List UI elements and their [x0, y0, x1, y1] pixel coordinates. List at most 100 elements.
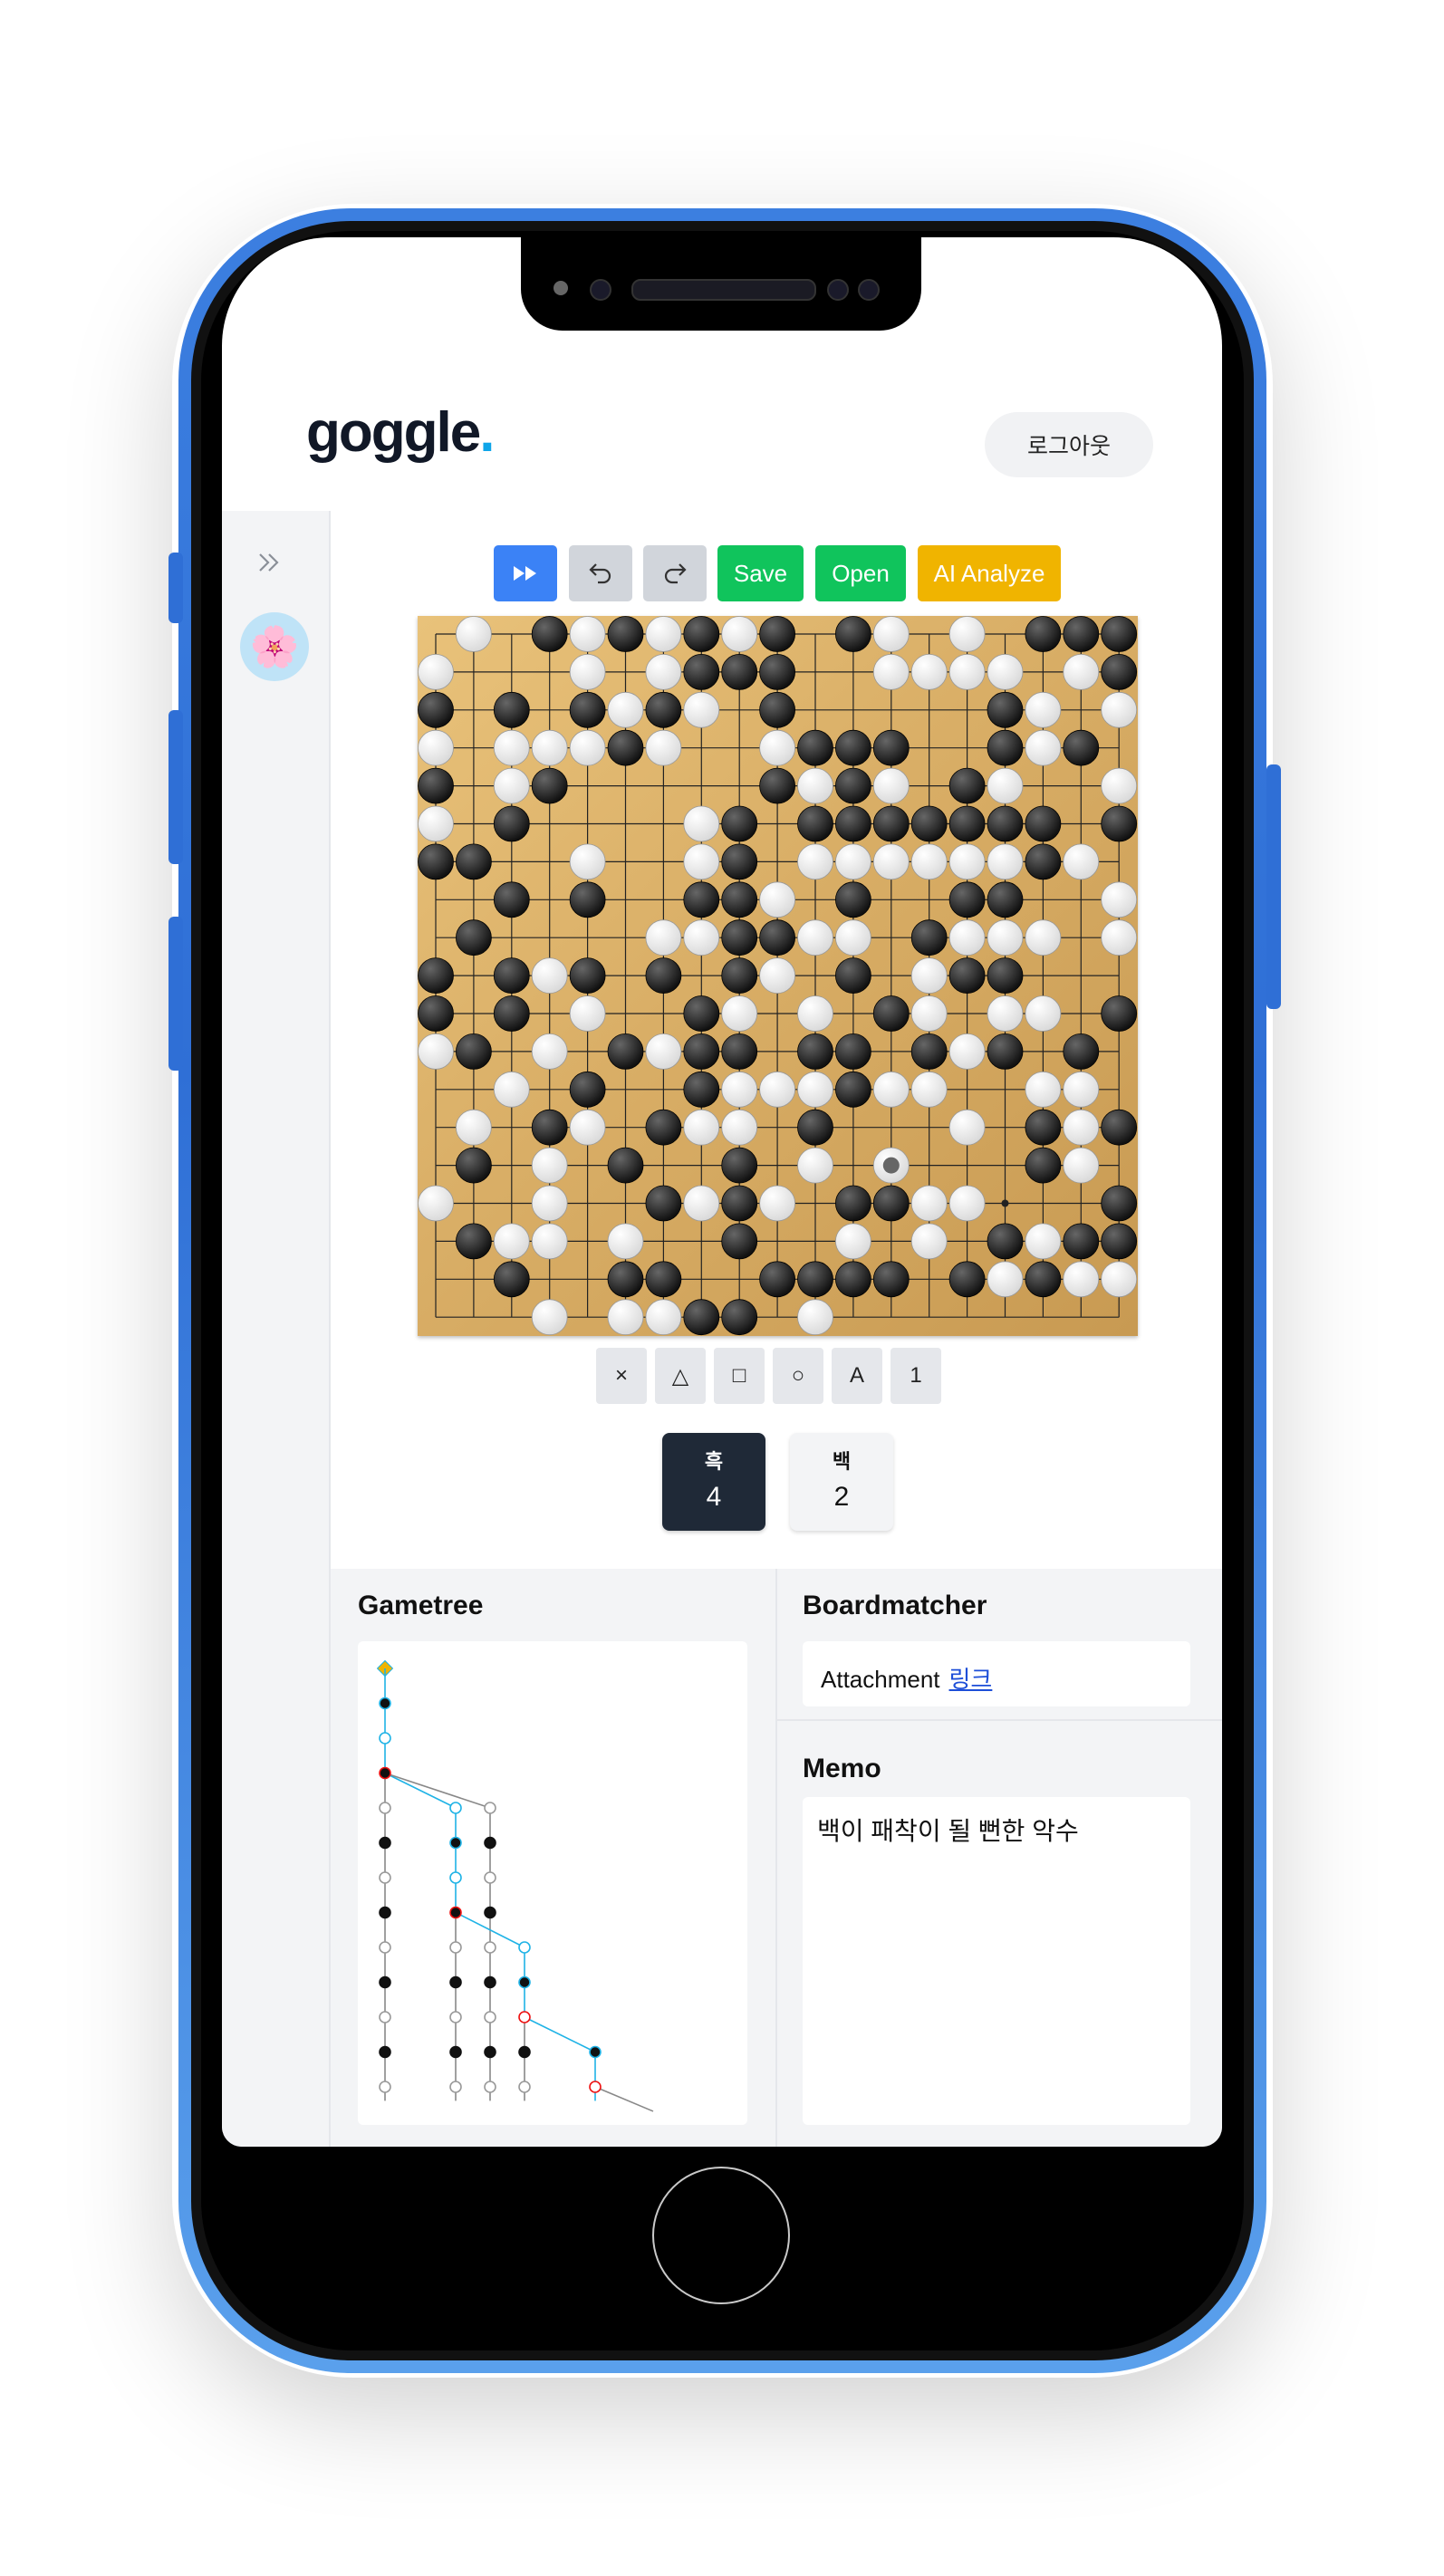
- black-stone[interactable]: [872, 1185, 910, 1222]
- black-stone[interactable]: [493, 995, 530, 1032]
- white-stone[interactable]: [645, 1299, 682, 1336]
- tree-node[interactable]: [484, 1975, 496, 1989]
- tree-node[interactable]: [379, 1697, 391, 1710]
- white-stone[interactable]: [1063, 654, 1100, 690]
- black-stone[interactable]: [834, 957, 871, 995]
- black-stone[interactable]: [759, 654, 796, 690]
- black-stone[interactable]: [834, 1071, 871, 1108]
- tree-node[interactable]: [484, 1802, 496, 1814]
- black-stone[interactable]: [948, 957, 986, 995]
- black-stone[interactable]: [1025, 1261, 1062, 1298]
- white-stone[interactable]: [987, 654, 1024, 690]
- avatar[interactable]: 🌸: [240, 612, 309, 681]
- black-stone[interactable]: [987, 691, 1024, 728]
- white-stone[interactable]: [759, 729, 796, 766]
- attachment-link[interactable]: 링크: [949, 1666, 993, 1693]
- white-stone[interactable]: [797, 843, 833, 880]
- white-stone[interactable]: [418, 805, 454, 842]
- white-stone[interactable]: [607, 1299, 644, 1336]
- white-stone[interactable]: [948, 843, 986, 880]
- white-stone[interactable]: [418, 729, 454, 766]
- tree-node[interactable]: [379, 1906, 391, 1919]
- white-stone[interactable]: [948, 1185, 986, 1222]
- black-stone[interactable]: [721, 919, 758, 956]
- black-stone[interactable]: [797, 805, 833, 842]
- black-stone[interactable]: [1101, 654, 1138, 690]
- white-stone[interactable]: [987, 1261, 1024, 1298]
- white-stone[interactable]: [1101, 919, 1138, 956]
- black-stone[interactable]: [683, 881, 720, 918]
- tree-node[interactable]: [449, 2011, 462, 2023]
- white-stone[interactable]: [645, 1033, 682, 1070]
- white-stone[interactable]: [569, 616, 606, 652]
- white-stone[interactable]: [531, 1223, 568, 1260]
- black-stone[interactable]: [797, 1033, 833, 1070]
- home-button[interactable]: [652, 2167, 790, 2304]
- black-stone[interactable]: [987, 729, 1024, 766]
- white-stone[interactable]: [1101, 1261, 1138, 1298]
- black-stone[interactable]: [531, 616, 568, 652]
- tree-node[interactable]: [449, 1906, 462, 1919]
- white-stone[interactable]: [797, 1071, 833, 1108]
- white-stone[interactable]: [872, 767, 910, 804]
- mark-number-button[interactable]: 1: [890, 1348, 941, 1404]
- white-stone[interactable]: [683, 1185, 720, 1222]
- white-stone[interactable]: [493, 1223, 530, 1260]
- tree-node[interactable]: [518, 2081, 531, 2093]
- black-stone[interactable]: [834, 805, 871, 842]
- tree-node[interactable]: [379, 2045, 391, 2059]
- black-stone[interactable]: [910, 1033, 948, 1070]
- black-stone[interactable]: [418, 767, 454, 804]
- mark-triangle-button[interactable]: △: [655, 1348, 706, 1404]
- black-stone[interactable]: [721, 1299, 758, 1336]
- white-stone[interactable]: [797, 995, 833, 1032]
- white-stone[interactable]: [531, 1147, 568, 1184]
- black-stone[interactable]: [456, 843, 492, 880]
- tree-node[interactable]: [484, 1836, 496, 1850]
- black-stone[interactable]: [1025, 805, 1062, 842]
- white-stone[interactable]: [759, 1071, 796, 1108]
- black-stone[interactable]: [645, 957, 682, 995]
- black-stone[interactable]: [531, 1109, 568, 1146]
- black-stone[interactable]: [987, 1223, 1024, 1260]
- white-stone[interactable]: [645, 729, 682, 766]
- white-stone[interactable]: [1025, 1071, 1062, 1108]
- white-stone[interactable]: [1063, 1261, 1100, 1298]
- white-stone[interactable]: [683, 1109, 720, 1146]
- white-stone[interactable]: [834, 919, 871, 956]
- white-stone[interactable]: [493, 767, 530, 804]
- tree-node[interactable]: [449, 1975, 462, 1989]
- white-stone[interactable]: [987, 767, 1024, 804]
- black-stone[interactable]: [493, 881, 530, 918]
- undo-button[interactable]: [569, 545, 632, 601]
- black-stone[interactable]: [721, 805, 758, 842]
- black-stone[interactable]: [721, 1147, 758, 1184]
- black-stone[interactable]: [948, 767, 986, 804]
- save-button[interactable]: Save: [717, 545, 804, 601]
- black-stone[interactable]: [1063, 616, 1100, 652]
- tree-node[interactable]: [379, 1871, 391, 1884]
- white-stone[interactable]: [834, 843, 871, 880]
- tree-node[interactable]: [379, 1941, 391, 1954]
- black-stone[interactable]: [910, 805, 948, 842]
- black-stone[interactable]: [645, 1261, 682, 1298]
- white-stone[interactable]: [645, 919, 682, 956]
- tree-node[interactable]: [449, 1802, 462, 1814]
- black-stone[interactable]: [721, 881, 758, 918]
- tree-node[interactable]: [449, 1941, 462, 1954]
- white-stone[interactable]: [456, 616, 492, 652]
- tree-node[interactable]: [449, 2045, 462, 2059]
- black-stone[interactable]: [759, 919, 796, 956]
- black-stone[interactable]: [493, 1261, 530, 1298]
- tree-node[interactable]: [379, 1802, 391, 1814]
- white-stone[interactable]: [1101, 767, 1138, 804]
- white-stone[interactable]: [1063, 1071, 1100, 1108]
- white-stone[interactable]: [569, 654, 606, 690]
- white-stone[interactable]: [531, 1033, 568, 1070]
- tree-node[interactable]: [484, 2045, 496, 2059]
- black-stone[interactable]: [418, 691, 454, 728]
- black-stone[interactable]: [493, 805, 530, 842]
- white-stone[interactable]: [456, 1109, 492, 1146]
- black-stone[interactable]: [834, 729, 871, 766]
- mark-x-button[interactable]: ×: [596, 1348, 647, 1404]
